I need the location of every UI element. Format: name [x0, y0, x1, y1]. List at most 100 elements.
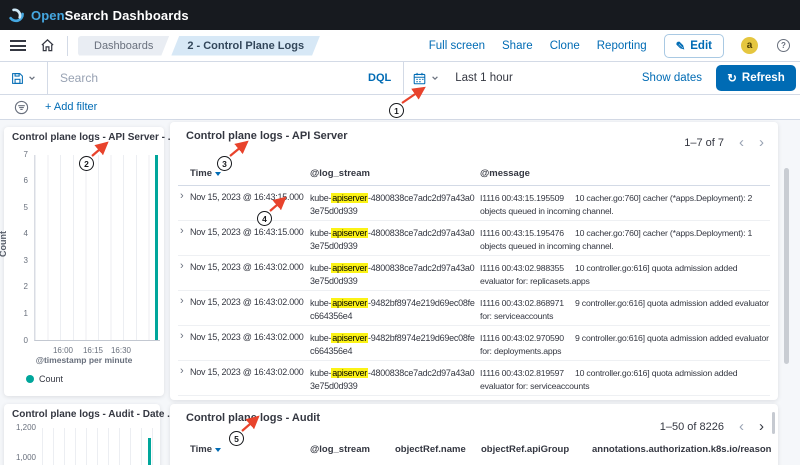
cell-message: I1116 00:43:15.195509 10 cacher.go:760] … [480, 192, 772, 218]
y-tick: 3 [4, 256, 28, 265]
expand-row-icon[interactable]: › [180, 190, 184, 202]
scrollbar[interactable] [784, 168, 789, 364]
y-tick: 5 [4, 203, 28, 212]
divider [67, 36, 68, 56]
count-bar[interactable] [148, 438, 151, 465]
highlighted-term: apiserver [331, 368, 368, 378]
full-screen-link[interactable]: Full screen [429, 40, 485, 52]
cell-log-stream: kube-apiserver-9482bf8974e219d69ec08fec6… [310, 332, 478, 358]
highlighted-term: apiserver [331, 298, 368, 308]
query-language-button[interactable]: DQL [366, 72, 403, 84]
app-logo-title: OpenSearchDashboards [31, 8, 189, 23]
filter-icon[interactable] [14, 100, 29, 115]
home-icon[interactable] [40, 38, 55, 53]
scrollbar[interactable] [772, 412, 775, 434]
cell-log-stream: kube-apiserver-4800838ce7adc2d97a43a03e7… [310, 227, 478, 253]
query-bar: DQL Last 1 hour Show dates ↻ Refresh [0, 62, 800, 95]
expand-row-icon[interactable]: › [180, 260, 184, 272]
y-tick: 6 [4, 176, 28, 185]
page-next-icon[interactable]: › [759, 420, 764, 434]
app-header: OpenSearchDashboards [0, 0, 800, 30]
avatar[interactable]: a [741, 37, 758, 54]
sort-desc-icon [215, 172, 221, 176]
panel-audit-date-chart: Control plane logs - Audit - Date ... 1,… [4, 404, 160, 465]
y-tick: 1,200 [10, 423, 36, 432]
panel-title[interactable]: Control plane logs - API Server - ... [12, 132, 176, 143]
show-dates-link[interactable]: Show dates [642, 72, 702, 84]
highlighted-term: apiserver [331, 193, 368, 203]
table-row: › Nov 15, 2023 @ 16:43:02.000 kube-apise… [178, 256, 770, 291]
column-header-annotations-reason[interactable]: annotations.authorization.k8s.io/reason [592, 444, 771, 455]
column-header-time[interactable]: Time [190, 444, 221, 455]
table-row: › Nov 15, 2023 @ 16:43:02.000 kube-apise… [178, 326, 770, 361]
table-header: Time @log_stream @message [178, 166, 770, 186]
breadcrumb-dashboards[interactable]: Dashboards [78, 36, 169, 56]
cell-time: Nov 15, 2023 @ 16:43:02.000 [190, 262, 308, 272]
page-next-icon[interactable]: › [759, 136, 764, 150]
breadcrumb-current-dashboard: 2 - Control Plane Logs [171, 36, 320, 56]
edit-button[interactable]: ✎ Edit [664, 34, 724, 58]
x-tick: 16:30 [111, 346, 131, 355]
chart-plot-area[interactable] [42, 428, 154, 465]
reporting-link[interactable]: Reporting [597, 40, 647, 52]
panel-audit-table: Control plane logs - Audit 1–50 of 8226 … [170, 404, 778, 465]
cell-message: I1116 00:43:02.970590 9 controller.go:61… [480, 332, 772, 358]
refresh-button[interactable]: ↻ Refresh [716, 65, 796, 91]
add-filter-button[interactable]: + Add filter [45, 101, 97, 113]
y-tick: 7 [4, 150, 28, 159]
panel-title[interactable]: Control plane logs - API Server [186, 130, 348, 142]
highlighted-term: apiserver [331, 333, 368, 343]
y-tick: 2 [4, 282, 28, 291]
chevron-down-icon [431, 74, 439, 82]
table-row: › Nov 15, 2023 @ 16:43:15.000 kube-apise… [178, 186, 770, 221]
menu-hamburger-icon[interactable] [10, 40, 26, 51]
page-previous-icon[interactable]: ‹ [739, 136, 744, 150]
expand-row-icon[interactable]: › [180, 330, 184, 342]
cell-time: Nov 15, 2023 @ 16:43:02.000 [190, 332, 308, 342]
panel-title[interactable]: Control plane logs - Audit [186, 412, 320, 424]
y-tick: 1 [4, 309, 28, 318]
legend-swatch [26, 375, 34, 383]
expand-row-icon[interactable]: › [180, 225, 184, 237]
x-axis-label: @timestamp per minute [4, 355, 164, 365]
cell-time: Nov 15, 2023 @ 16:43:02.000 [190, 297, 308, 307]
cell-log-stream: kube-apiserver-4800838ce7adc2d97a43a03e7… [310, 262, 478, 288]
panel-api-server-table: Control plane logs - API Server 1–7 of 7… [170, 122, 778, 400]
cell-time: Nov 15, 2023 @ 16:43:02.000 [190, 367, 308, 377]
column-header-objectref-apigroup[interactable]: objectRef.apiGroup [481, 444, 569, 455]
chart-legend[interactable]: Count [26, 374, 63, 384]
save-icon [11, 72, 24, 85]
cell-log-stream: kube-apiserver-9482bf8974e219d69ec08fec6… [310, 297, 478, 323]
column-header-objectref-name[interactable]: objectRef.name [395, 444, 466, 455]
panel-title[interactable]: Control plane logs - Audit - Date ... [12, 409, 176, 420]
table-body: › Nov 15, 2023 @ 16:43:15.000 kube-apise… [178, 186, 770, 396]
chart-plot-area[interactable] [34, 155, 160, 341]
filter-bar: + Add filter [0, 95, 800, 120]
column-header-log-stream[interactable]: @log_stream [310, 168, 370, 179]
table-row: › Nov 15, 2023 @ 16:43:02.000 kube-apise… [178, 291, 770, 326]
share-link[interactable]: Share [502, 40, 533, 52]
cell-message: I1116 00:43:02.868971 9 controller.go:61… [480, 297, 772, 323]
clone-link[interactable]: Clone [550, 40, 580, 52]
column-header-time[interactable]: Time [190, 168, 221, 179]
y-tick: 4 [4, 229, 28, 238]
count-bar[interactable] [155, 155, 159, 340]
expand-row-icon[interactable]: › [180, 295, 184, 307]
search-input[interactable] [48, 71, 366, 85]
pagination-range: 1–50 of 8226 [660, 421, 724, 433]
time-range-value[interactable]: Last 1 hour [448, 72, 513, 84]
highlighted-term: apiserver [331, 263, 368, 273]
nav-bar: Dashboards 2 - Control Plane Logs Full s… [0, 30, 800, 62]
x-tick: 16:00 [53, 346, 73, 355]
saved-query-menu-button[interactable] [0, 62, 48, 94]
page-previous-icon[interactable]: ‹ [739, 420, 744, 434]
cell-log-stream: kube-apiserver-4800838ce7adc2d97a43a03e7… [310, 367, 478, 393]
refresh-icon: ↻ [727, 71, 737, 85]
column-header-message[interactable]: @message [480, 168, 530, 179]
column-header-log-stream[interactable]: @log_stream [310, 444, 370, 455]
date-picker-calendar-button[interactable] [403, 62, 448, 94]
help-icon[interactable]: ? [777, 39, 790, 52]
highlighted-term: apiserver [331, 228, 368, 238]
chevron-down-icon [28, 74, 36, 82]
expand-row-icon[interactable]: › [180, 365, 184, 377]
